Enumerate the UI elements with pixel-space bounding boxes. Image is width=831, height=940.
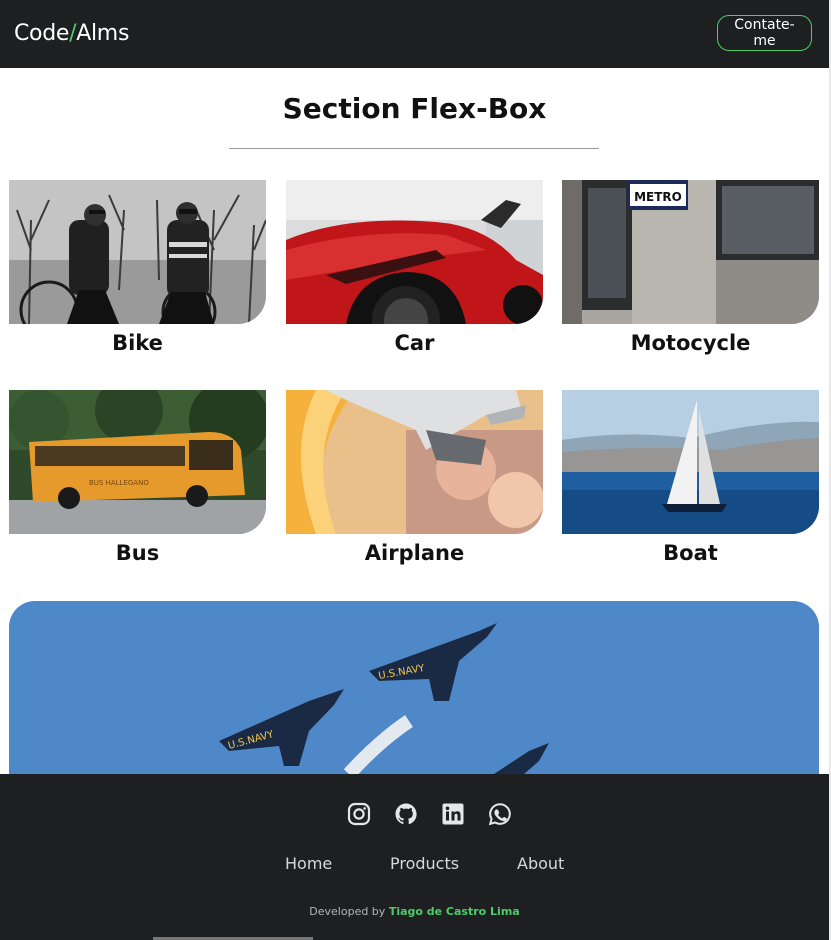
site-footer: Home Products About Developed by Tiago d… (0, 774, 829, 940)
instagram-icon[interactable] (347, 802, 371, 826)
card-label-bike: Bike (112, 331, 163, 355)
metro-sign-text: METRO (634, 190, 682, 204)
credit-prefix: Developed by (309, 905, 389, 918)
card-car[interactable]: Car (286, 180, 543, 355)
card-label-motocycle: Motocycle (630, 331, 751, 355)
card-motocycle[interactable]: METRO Motocycle (562, 180, 819, 355)
bus-image: BUS HALLEGANO (9, 390, 266, 534)
credit-author-link[interactable]: Tiago de Castro Lima (389, 905, 520, 918)
card-bus[interactable]: BUS HALLEGANO Bus (9, 390, 266, 565)
card-label-airplane: Airplane (364, 541, 465, 565)
logo-text-alms: Alms (76, 21, 130, 46)
card-bike[interactable]: Bike (9, 180, 266, 355)
contact-button[interactable]: Contate-me (717, 15, 812, 51)
motocycle-image: METRO (562, 180, 819, 324)
footer-credit: Developed by Tiago de Castro Lima (0, 905, 829, 918)
airplane-image (286, 390, 543, 534)
card-label-car: Car (394, 331, 435, 355)
logo-text-code: Code (14, 21, 70, 46)
boat-image (562, 390, 819, 534)
site-logo[interactable]: Code/Alms (14, 21, 129, 47)
social-links (347, 802, 512, 826)
title-divider (229, 148, 599, 149)
page-title: Section Flex-Box (282, 92, 547, 125)
hero-banner-jets: U.S.NAVY U.S.NAVY (9, 601, 819, 774)
bike-image (9, 180, 266, 324)
github-icon[interactable] (394, 802, 418, 826)
card-boat[interactable]: Boat (562, 390, 819, 565)
footer-link-products[interactable]: Products (390, 854, 459, 873)
card-airplane[interactable]: Airplane (286, 390, 543, 565)
footer-link-home[interactable]: Home (285, 854, 332, 873)
footer-link-about[interactable]: About (517, 854, 564, 873)
footer-nav: Home Products About (0, 854, 829, 876)
whatsapp-icon[interactable] (488, 802, 512, 826)
top-navbar: Code/Alms Contate-me (0, 0, 829, 68)
card-label-bus: Bus (115, 541, 160, 565)
car-image (286, 180, 543, 324)
linkedin-icon[interactable] (441, 802, 465, 826)
card-label-boat: Boat (663, 541, 718, 565)
bus-sign-text: BUS HALLEGANO (89, 479, 149, 487)
